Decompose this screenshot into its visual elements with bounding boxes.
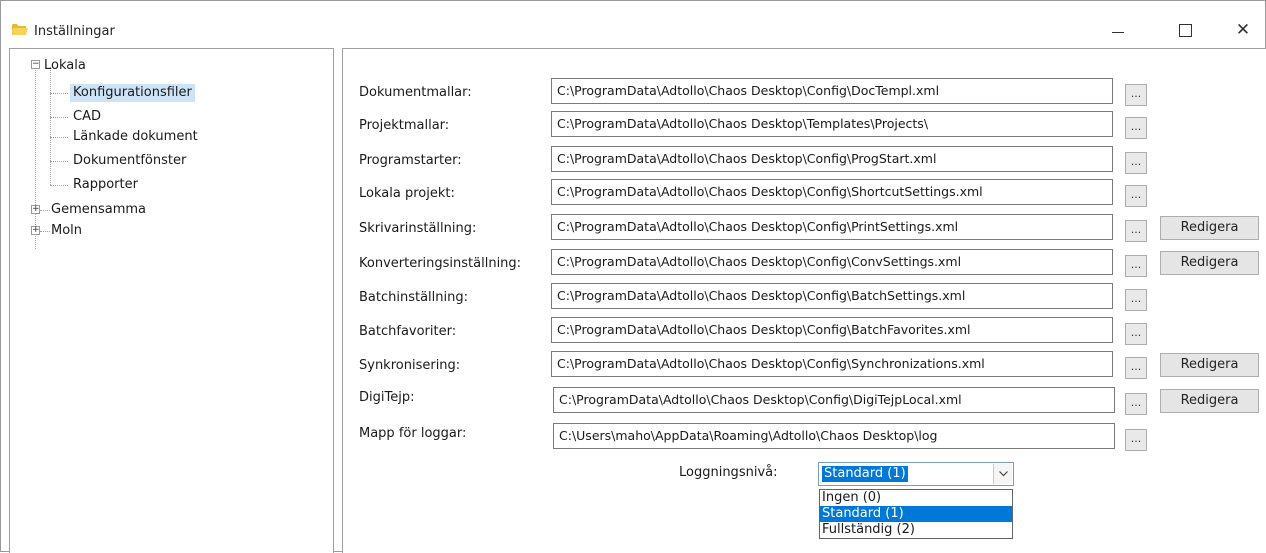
tree-connector xyxy=(50,117,68,118)
title-bar[interactable]: Inställningar xyxy=(1,1,1265,46)
browse-button[interactable]: ... xyxy=(1125,220,1147,242)
config-label: Konverteringsinställning: xyxy=(359,256,522,271)
settings-window: Inställningar − Lokala Konfigurationsfil… xyxy=(0,0,1266,553)
dropdown-option-selected[interactable]: Standard (1) xyxy=(820,506,1012,522)
config-row-programstarter: Programstarter: C:\ProgramData\Adtollo\C… xyxy=(343,146,1266,174)
tree-connector xyxy=(50,161,68,162)
dropdown-option[interactable]: Ingen (0) xyxy=(820,490,1012,506)
tree-connector xyxy=(50,185,68,186)
browse-button[interactable]: ... xyxy=(1125,84,1147,106)
path-field[interactable]: C:\ProgramData\Adtollo\Chaos Desktop\Tem… xyxy=(551,111,1113,137)
config-label: Projektmallar: xyxy=(359,118,450,133)
path-field[interactable]: C:\Users\maho\AppData\Roaming\Adtollo\Ch… xyxy=(553,423,1115,449)
config-row-projektmallar: Projektmallar: C:\ProgramData\Adtollo\Ch… xyxy=(343,111,1266,139)
edit-button[interactable]: Redigera xyxy=(1160,389,1259,413)
tree-item-rapporter[interactable]: Rapporter xyxy=(73,176,138,194)
tree-item-dokumentfonster[interactable]: Dokumentfönster xyxy=(73,152,186,170)
browse-button[interactable]: ... xyxy=(1125,117,1147,139)
config-label: DigiTejp: xyxy=(359,390,415,405)
path-field[interactable]: C:\ProgramData\Adtollo\Chaos Desktop\Con… xyxy=(551,179,1113,205)
close-button[interactable] xyxy=(1223,15,1263,45)
edit-button[interactable]: Redigera xyxy=(1160,353,1259,377)
config-label: Mapp för loggar: xyxy=(359,426,467,441)
config-label: Programstarter: xyxy=(359,153,462,168)
settings-tree: − Lokala Konfigurationsfiler CAD Länkade… xyxy=(9,48,334,553)
minimize-button[interactable] xyxy=(1098,15,1138,45)
browse-button[interactable]: ... xyxy=(1125,185,1147,207)
chevron-down-icon-glyph xyxy=(998,471,1008,477)
path-field[interactable]: C:\ProgramData\Adtollo\Chaos Desktop\Con… xyxy=(553,387,1115,413)
config-row-batchfavoriter: Batchfavoriter: C:\ProgramData\Adtollo\C… xyxy=(343,317,1266,345)
expand-toggle-moln[interactable]: + xyxy=(31,226,40,235)
tree-connector xyxy=(50,137,68,138)
path-field[interactable]: C:\ProgramData\Adtollo\Chaos Desktop\Con… xyxy=(551,317,1113,343)
path-field[interactable]: C:\ProgramData\Adtollo\Chaos Desktop\Con… xyxy=(551,249,1113,275)
config-row-batchinstallning: Batchinställning: C:\ProgramData\Adtollo… xyxy=(343,283,1266,311)
browse-button[interactable]: ... xyxy=(1125,289,1147,311)
logging-level-dropdown: Ingen (0) Standard (1) Fullständig (2) xyxy=(819,489,1013,539)
config-label: Batchfavoriter: xyxy=(359,324,457,339)
tree-item-konfigurationsfiler[interactable]: Konfigurationsfiler xyxy=(70,84,195,102)
edit-button[interactable]: Redigera xyxy=(1160,216,1259,240)
maximize-button[interactable] xyxy=(1165,15,1205,45)
folder-icon xyxy=(12,24,28,35)
edit-button[interactable]: Redigera xyxy=(1160,251,1259,275)
path-field[interactable]: C:\ProgramData\Adtollo\Chaos Desktop\Con… xyxy=(551,351,1113,377)
tree-connector xyxy=(40,231,50,232)
config-panel: Dokumentmallar: C:\ProgramData\Adtollo\C… xyxy=(342,48,1266,553)
config-row-synkronisering: Synkronisering: C:\ProgramData\Adtollo\C… xyxy=(343,351,1266,379)
config-label: Skrivarinställning: xyxy=(359,221,477,236)
dropdown-option[interactable]: Fullständig (2) xyxy=(820,522,1012,538)
logging-level-label: Loggningsnivå: xyxy=(679,465,778,480)
path-field[interactable]: C:\ProgramData\Adtollo\Chaos Desktop\Con… xyxy=(551,146,1113,172)
chevron-down-icon[interactable] xyxy=(993,464,1012,484)
config-row-mapp-for-loggar: Mapp för loggar: C:\Users\maho\AppData\R… xyxy=(343,423,1266,451)
browse-button[interactable]: ... xyxy=(1125,323,1147,345)
tree-item-gemensamma[interactable]: Gemensamma xyxy=(51,201,146,219)
tree-item-moln[interactable]: Moln xyxy=(51,222,82,240)
tree-connector xyxy=(40,210,50,211)
logging-level-value: Standard (1) xyxy=(822,466,908,482)
tree-item-cad[interactable]: CAD xyxy=(73,108,101,126)
config-label: Lokala projekt: xyxy=(359,186,455,201)
path-field[interactable]: C:\ProgramData\Adtollo\Chaos Desktop\Con… xyxy=(551,283,1113,309)
browse-button[interactable]: ... xyxy=(1125,255,1147,277)
config-row-lokala-projekt: Lokala projekt: C:\ProgramData\Adtollo\C… xyxy=(343,179,1266,207)
tree-connector xyxy=(50,93,68,94)
path-field[interactable]: C:\ProgramData\Adtollo\Chaos Desktop\Con… xyxy=(551,78,1113,104)
config-label: Synkronisering: xyxy=(359,358,461,373)
path-field[interactable]: C:\ProgramData\Adtollo\Chaos Desktop\Con… xyxy=(551,214,1113,240)
config-row-digitejp: DigiTejp: C:\ProgramData\Adtollo\Chaos D… xyxy=(343,387,1266,415)
tree-connector xyxy=(35,67,36,249)
browse-button[interactable]: ... xyxy=(1125,429,1147,451)
expand-toggle-gemensamma[interactable]: + xyxy=(31,205,40,214)
config-row-konverteringsinstallning: Konverteringsinställning: C:\ProgramData… xyxy=(343,249,1266,277)
browse-button[interactable]: ... xyxy=(1125,393,1147,415)
window-title: Inställningar xyxy=(34,24,115,39)
tree-connector xyxy=(50,67,51,185)
browse-button[interactable]: ... xyxy=(1125,357,1147,379)
config-label: Batchinställning: xyxy=(359,290,469,305)
tree-item-lankade-dokument[interactable]: Länkade dokument xyxy=(73,128,198,146)
expand-toggle-lokala[interactable]: − xyxy=(31,60,40,69)
browse-button[interactable]: ... xyxy=(1125,152,1147,174)
config-row-skrivarinstallning: Skrivarinställning: C:\ProgramData\Adtol… xyxy=(343,214,1266,242)
logging-level-select[interactable]: Standard (1) xyxy=(818,462,1014,486)
tree-item-lokala[interactable]: Lokala xyxy=(44,57,86,75)
config-row-dokumentmallar: Dokumentmallar: C:\ProgramData\Adtollo\C… xyxy=(343,78,1266,106)
config-label: Dokumentmallar: xyxy=(359,85,472,100)
